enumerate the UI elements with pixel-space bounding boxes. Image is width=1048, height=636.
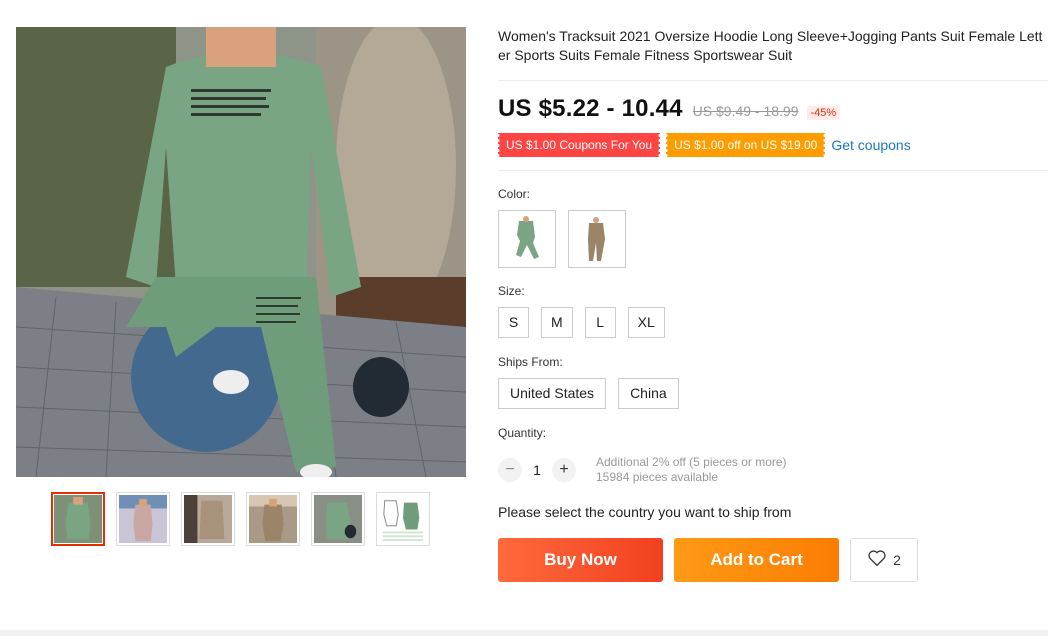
ships-from-united-states[interactable]: United States [498, 378, 607, 409]
thumbnail-5[interactable] [311, 492, 365, 546]
quantity-increase-button[interactable]: + [552, 458, 576, 482]
color-option-green[interactable] [498, 210, 556, 268]
ships-from-china[interactable]: China [618, 378, 679, 409]
size-options: S M L XL [498, 307, 665, 338]
original-price: US $9.49 - 18.99 [692, 103, 799, 119]
thumbnail-image [119, 495, 167, 543]
buy-now-button[interactable]: Buy Now [498, 538, 663, 582]
shipping-message: Please select the country you want to sh… [498, 504, 792, 520]
stock-available-note: 15984 pieces available [596, 470, 719, 484]
get-coupons-link[interactable]: Get coupons [831, 137, 910, 153]
size-option-xl[interactable]: XL [627, 307, 665, 338]
heart-icon [867, 549, 887, 572]
bulk-discount-note: Additional 2% off (5 pieces or more) [596, 455, 787, 469]
footer-strip [0, 630, 1048, 636]
thumbnail-image [379, 495, 427, 543]
divider [498, 80, 1048, 81]
quantity-decrease-button[interactable]: − [498, 458, 522, 482]
wishlist-button[interactable]: 2 [850, 538, 918, 582]
green-tracksuit-swatch [501, 213, 553, 265]
store-coupon[interactable]: US $1.00 Coupons For You [495, 133, 663, 157]
size-option-m[interactable]: M [541, 307, 573, 338]
thumbnail-1[interactable] [51, 492, 105, 546]
product-title: Women's Tracksuit 2021 Oversize Hoodie L… [498, 28, 1043, 63]
current-price: US $5.22 - 10.44 [498, 95, 683, 122]
size-option-s[interactable]: S [498, 307, 529, 338]
main-product-image[interactable] [16, 27, 466, 477]
khaki-tracksuit-swatch [571, 213, 623, 265]
quantity-stepper: − + Additional 2% off (5 pieces or more)… [498, 455, 787, 485]
quantity-input[interactable] [522, 462, 552, 478]
divider [498, 170, 1048, 171]
ships-from-label: Ships From: [498, 355, 563, 369]
color-option-khaki[interactable] [568, 210, 626, 268]
add-to-cart-button[interactable]: Add to Cart [674, 538, 839, 582]
thumbnail-3[interactable] [181, 492, 235, 546]
thumbnail-6[interactable] [376, 492, 430, 546]
price-row: US $5.22 - 10.44 US $9.49 - 18.99 -45% [498, 95, 1048, 125]
select-coupon[interactable]: US $1.00 off on US $19.00 [664, 133, 828, 157]
quantity-note: Additional 2% off (5 pieces or more) 159… [596, 455, 787, 485]
action-buttons: Buy Now Add to Cart 2 [498, 538, 918, 582]
discount-badge: -45% [806, 106, 841, 120]
thumbnail-image [54, 495, 102, 543]
thumbnail-4[interactable] [246, 492, 300, 546]
size-label: Size: [498, 284, 525, 298]
ships-from-options: United States China [498, 378, 679, 409]
color-options [498, 210, 626, 268]
wishlist-count: 2 [893, 552, 901, 568]
size-option-l[interactable]: L [584, 307, 616, 338]
quantity-label: Quantity: [498, 426, 547, 440]
thumbnail-image [249, 495, 297, 543]
coupon-row: US $1.00 Coupons For You US $1.00 off on… [495, 133, 1048, 157]
thumbnail-strip [51, 492, 430, 546]
thumbnail-2[interactable] [116, 492, 170, 546]
thumbnail-image [314, 495, 362, 543]
thumbnail-image [184, 495, 232, 543]
color-label: Color: [498, 187, 531, 201]
product-info: Women's Tracksuit 2021 Oversize Hoodie L… [495, 27, 1048, 582]
product-photo [16, 27, 466, 477]
